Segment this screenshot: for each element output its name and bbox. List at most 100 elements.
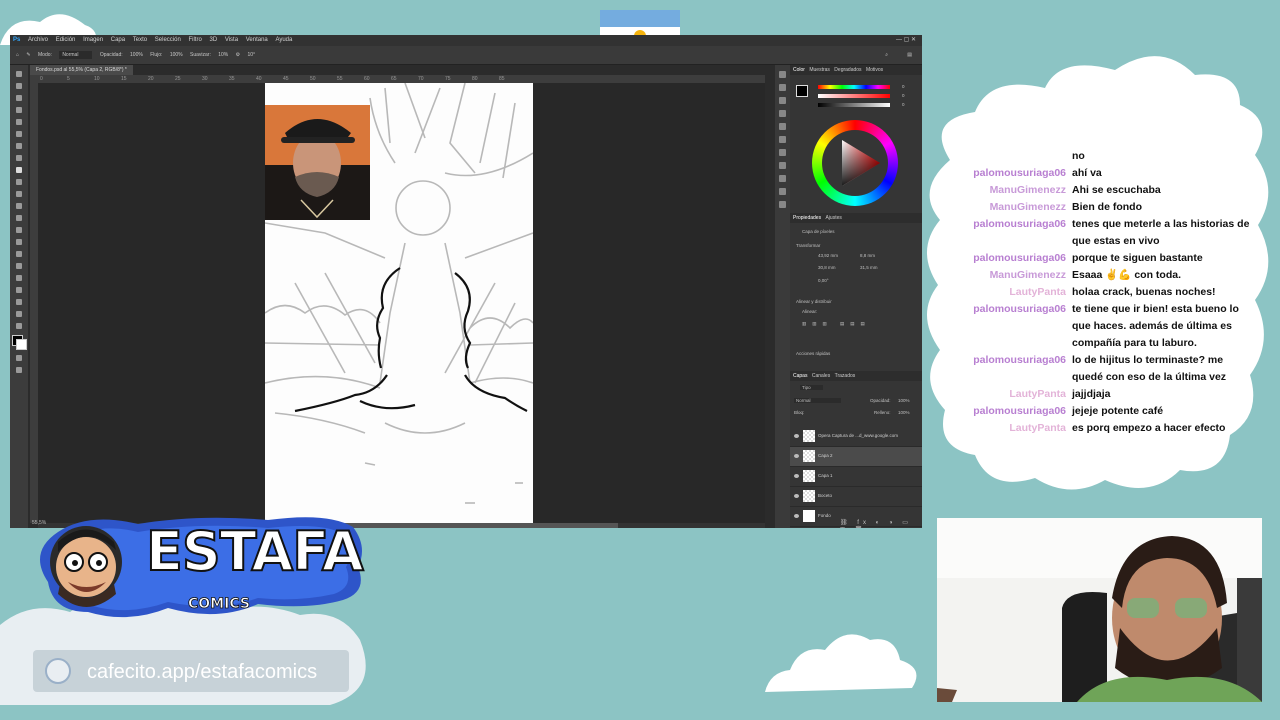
history-brush-icon[interactable] <box>16 191 22 197</box>
type-tool-icon[interactable] <box>16 263 22 269</box>
color-wheel[interactable] <box>812 120 898 206</box>
tab-layers[interactable]: Capas <box>793 373 807 379</box>
move-tool-icon[interactable] <box>16 71 22 77</box>
workspace-icon[interactable]: ▤ <box>907 46 912 64</box>
fg-bg-color[interactable] <box>796 85 808 97</box>
menu-capa[interactable]: Capa <box>108 35 128 46</box>
chat-username[interactable]: LautyPanta <box>1009 284 1066 301</box>
more-tools-icon[interactable] <box>16 323 22 329</box>
hue-value[interactable]: 0 <box>902 84 905 89</box>
history-icon[interactable] <box>779 71 786 78</box>
cafecito-link[interactable]: cafecito.app/estafacomics <box>87 661 317 684</box>
chat-username[interactable]: ManuGimenezz <box>990 182 1066 199</box>
tab-adjustments[interactable]: Ajustes <box>825 215 841 221</box>
tab-gradients[interactable]: Degradados <box>834 67 861 73</box>
menu-seleccion[interactable]: Selección <box>152 35 184 46</box>
paragraph-icon[interactable] <box>779 123 786 130</box>
frame-tool-icon[interactable] <box>16 131 22 137</box>
transform-title[interactable]: Transformar <box>796 243 820 248</box>
healing-tool-icon[interactable] <box>16 155 22 161</box>
hand-tool-icon[interactable] <box>16 299 22 305</box>
path-select-icon[interactable] <box>16 275 22 281</box>
chat-username[interactable]: palomousuriaga06 <box>973 216 1066 233</box>
layer-row[interactable]: Capa 2 <box>790 447 922 467</box>
layer-row[interactable]: Opera Captura de ...d_www.google.com <box>790 427 922 447</box>
quick-mask-icon[interactable] <box>16 355 22 361</box>
eye-icon[interactable] <box>794 494 799 498</box>
menu-ventana[interactable]: Ventana <box>243 35 271 46</box>
sat-value[interactable]: 0 <box>902 93 905 98</box>
eye-icon[interactable] <box>794 474 799 478</box>
angle-field[interactable]: 0,00° <box>818 278 829 283</box>
clone-source-icon[interactable] <box>779 188 786 195</box>
eye-icon[interactable] <box>794 514 799 518</box>
layer-opacity-value[interactable]: 100% <box>898 398 910 403</box>
eraser-tool-icon[interactable] <box>16 203 22 209</box>
mode-select[interactable]: Normal <box>59 51 93 59</box>
menu-filtro[interactable]: Filtro <box>185 35 204 46</box>
brush-tool-icon[interactable] <box>16 167 22 173</box>
angle-value[interactable]: 10° <box>248 52 256 58</box>
menu-ayuda[interactable]: Ayuda <box>272 35 295 46</box>
brush-tool-icon[interactable]: ✎ <box>26 52 30 58</box>
layer-row[interactable]: Capa 1 <box>790 467 922 487</box>
chat-username[interactable]: LautyPanta <box>1009 386 1066 403</box>
blur-tool-icon[interactable] <box>16 227 22 233</box>
chat-username[interactable]: ManuGimenezz <box>990 199 1066 216</box>
document-tab[interactable]: Fondos.psd al 55,5% (Capa 2, RGB/8*) * <box>30 65 133 75</box>
tab-patterns[interactable]: Motivos <box>866 67 883 73</box>
lasso-tool-icon[interactable] <box>16 95 22 101</box>
settings-icon[interactable]: ⚙ <box>236 52 240 58</box>
libraries-icon[interactable] <box>779 136 786 143</box>
crop-tool-icon[interactable] <box>16 119 22 125</box>
blend-mode-select[interactable]: Normal <box>794 398 841 403</box>
stamp-tool-icon[interactable] <box>16 179 22 185</box>
menu-archivo[interactable]: Archivo <box>25 35 51 46</box>
brightness-slider[interactable] <box>818 103 890 107</box>
bri-value[interactable]: 0 <box>902 102 905 107</box>
hue-slider[interactable] <box>818 85 890 89</box>
color-swatches[interactable] <box>12 335 27 350</box>
window-controls[interactable]: — ▢ ✕ <box>896 35 916 46</box>
chat-username[interactable]: ManuGimenezz <box>990 267 1066 284</box>
quick-actions-title[interactable]: Acciones rápidas <box>796 351 830 356</box>
ps-logo-icon[interactable]: Ps <box>10 35 23 46</box>
fill-value[interactable]: 100% <box>898 410 910 415</box>
reference-photo[interactable] <box>265 105 370 220</box>
brush-settings-icon[interactable] <box>779 84 786 91</box>
menu-vista[interactable]: Vista <box>222 35 241 46</box>
smooth-value[interactable]: 10% <box>218 52 228 58</box>
screen-mode-icon[interactable] <box>16 367 22 373</box>
glyphs-icon[interactable] <box>779 201 786 208</box>
quick-select-tool-icon[interactable] <box>16 107 22 113</box>
tab-color[interactable]: Color <box>793 67 805 73</box>
search-icon[interactable]: ⌕ <box>885 46 888 64</box>
layer-filter-select[interactable]: Tipo <box>800 385 823 390</box>
home-icon[interactable]: ⌂ <box>16 52 19 58</box>
menu-edicion[interactable]: Edición <box>53 35 79 46</box>
layer-actions[interactable]: ⛓ fx ◐ ◑ ▭ ⊞ 🗑 <box>840 519 922 528</box>
zoom-tool-icon[interactable] <box>16 311 22 317</box>
chat-username[interactable]: palomousuriaga06 <box>973 250 1066 267</box>
tab-channels[interactable]: Canales <box>812 373 830 379</box>
pen-tool-icon[interactable] <box>16 251 22 257</box>
chat-username[interactable]: palomousuriaga06 <box>973 352 1066 369</box>
actions-icon[interactable] <box>779 149 786 156</box>
eye-icon[interactable] <box>794 434 799 438</box>
height-field[interactable]: 30,8 mm <box>818 265 836 270</box>
saturation-slider[interactable] <box>818 94 890 98</box>
character-icon[interactable] <box>779 110 786 117</box>
cafecito-banner[interactable]: cafecito.app/estafacomics <box>33 650 349 692</box>
dodge-tool-icon[interactable] <box>16 239 22 245</box>
menu-3d[interactable]: 3D <box>206 35 220 46</box>
x-field[interactable]: 8,8 mm <box>860 253 875 258</box>
marquee-tool-icon[interactable] <box>16 83 22 89</box>
align-buttons[interactable]: ▥▥▥ ▤▤▤ <box>802 321 871 327</box>
eyedropper-tool-icon[interactable] <box>16 143 22 149</box>
opacity-value[interactable]: 100% <box>130 52 143 58</box>
chat-username[interactable]: palomousuriaga06 <box>973 403 1066 420</box>
chat-username[interactable]: palomousuriaga06 <box>973 301 1066 318</box>
align-title[interactable]: Alinear y distribuir <box>796 299 832 304</box>
gradient-tool-icon[interactable] <box>16 215 22 221</box>
chat-username[interactable]: palomousuriaga06 <box>973 165 1066 182</box>
